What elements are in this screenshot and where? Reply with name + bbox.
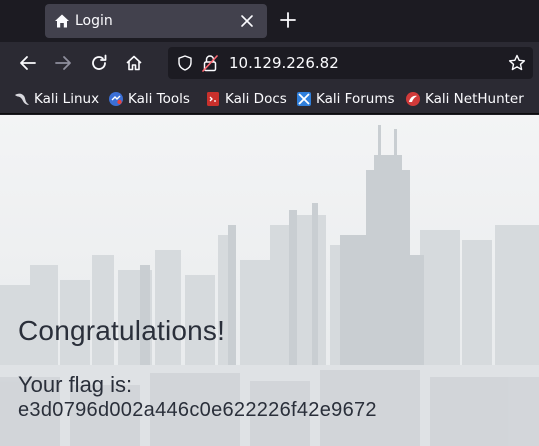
kali-docs-icon: [207, 92, 219, 106]
reload-button[interactable]: [89, 53, 109, 73]
bookmarks-bar: Kali Linux Kali Tools Kali Docs Kali For…: [0, 84, 539, 114]
navigation-bar: 10.129.226.82: [0, 42, 539, 84]
bookmark-label: Kali Docs: [225, 91, 287, 107]
bookmark-kali-tools[interactable]: Kali Tools: [108, 90, 190, 108]
bookmark-label: Kali Tools: [128, 91, 190, 107]
bookmark-label: Kali NetHunter: [425, 91, 524, 107]
bookmark-kali-nethunter[interactable]: Kali NetHunter: [405, 90, 524, 108]
url-text[interactable]: 10.129.226.82: [229, 54, 339, 72]
back-button[interactable]: [18, 53, 38, 73]
home-button[interactable]: [124, 53, 144, 73]
congratulations-heading: Congratulations!: [18, 315, 226, 346]
address-bar[interactable]: 10.129.226.82: [168, 47, 533, 79]
kali-dragon-icon: [15, 93, 29, 105]
close-icon[interactable]: [240, 14, 254, 28]
new-tab-button[interactable]: [279, 11, 297, 29]
kali-tools-icon: [109, 92, 123, 106]
home-icon: [55, 14, 69, 28]
tab-title: Login: [75, 13, 113, 29]
insecure-lock-icon[interactable]: [202, 54, 218, 72]
bookmark-label: Kali Forums: [316, 91, 395, 107]
flag-label: Your flag is:: [18, 372, 133, 397]
tab-strip: Login: [0, 0, 539, 42]
tab-login[interactable]: Login: [45, 4, 267, 38]
bookmark-label: Kali Linux: [34, 91, 100, 107]
kali-forums-icon: [297, 92, 311, 106]
bookmark-kali-forums[interactable]: Kali Forums: [296, 90, 395, 108]
kali-nethunter-icon: [406, 92, 420, 106]
bookmark-kali-docs[interactable]: Kali Docs: [205, 90, 287, 108]
page-content: Congratulations! Your flag is: e3d0796d0…: [0, 115, 539, 446]
forward-button[interactable]: [53, 53, 73, 73]
shield-icon[interactable]: [177, 55, 193, 71]
bookmark-star-icon[interactable]: [508, 54, 526, 72]
flag-value: e3d0796d002a446c0e622226f42e9672: [18, 399, 377, 421]
bookmark-kali-linux[interactable]: Kali Linux: [14, 90, 99, 108]
